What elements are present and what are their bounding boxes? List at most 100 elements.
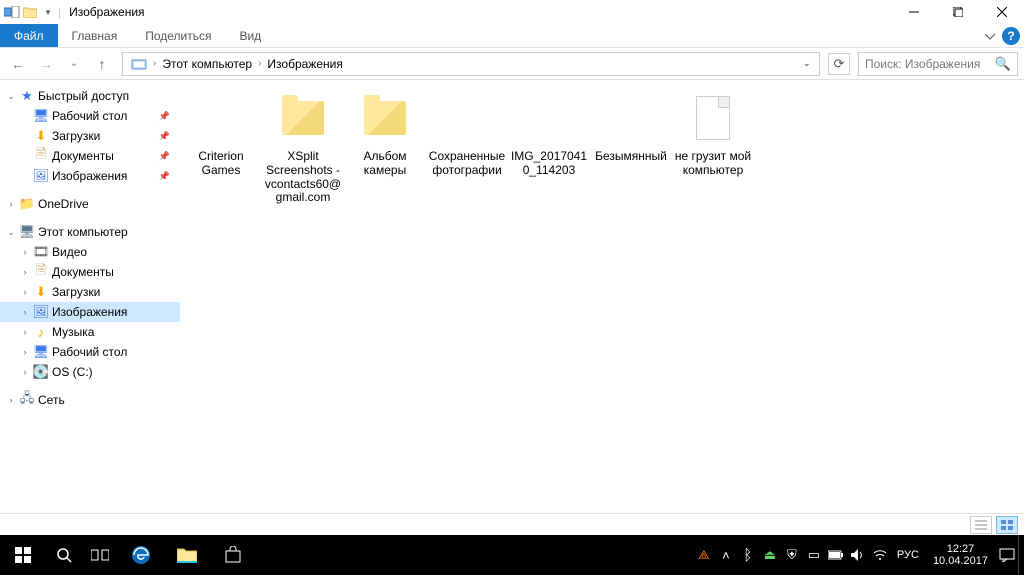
status-bar	[0, 513, 1024, 535]
sidebar-item-documents[interactable]: 🗎 Документы 📌	[0, 146, 180, 166]
sidebar-item-videos[interactable]: › 🎞 Видео	[0, 242, 180, 262]
up-button[interactable]: ↑	[90, 52, 114, 76]
sidebar-item-desktop[interactable]: 🖥 Рабочий стол 📌	[0, 106, 180, 126]
pin-icon: 📌	[159, 131, 170, 142]
recent-locations-button[interactable]: ⌄	[62, 52, 86, 76]
expand-icon[interactable]: ›	[4, 199, 18, 209]
maximize-button[interactable]	[936, 0, 980, 24]
expand-icon[interactable]: ›	[18, 287, 32, 297]
search-button[interactable]	[46, 535, 82, 575]
sidebar-item-desktop[interactable]: › 🖥 Рабочий стол	[0, 342, 180, 362]
file-item[interactable]: Безымянный	[590, 90, 672, 205]
sidebar-item-network[interactable]: › 🖧 Сеть	[0, 390, 180, 410]
clock-time: 12:27	[933, 543, 988, 555]
ribbon-expand-icon[interactable]	[980, 24, 1000, 48]
address-bar[interactable]: › Этот компьютер › Изображения ⌄	[122, 52, 820, 76]
tray-volume-icon[interactable]	[847, 535, 869, 575]
tray-overflow-icon[interactable]: ˄	[715, 535, 737, 575]
ribbon-tab-share[interactable]: Поделиться	[131, 24, 225, 47]
forward-button[interactable]: →	[34, 52, 58, 76]
video-icon: 🎞	[32, 244, 50, 260]
expand-icon[interactable]: ›	[18, 247, 32, 257]
collapse-icon[interactable]: ⌄	[4, 91, 18, 102]
file-item[interactable]: не грузит мой компьютер	[672, 90, 754, 205]
tray-avast-icon[interactable]: ⟁	[693, 535, 715, 575]
sidebar-item-music[interactable]: › ♪ Музыка	[0, 322, 180, 342]
ribbon-tab-view[interactable]: Вид	[225, 24, 275, 47]
sidebar-item-downloads[interactable]: ⬇ Загрузки 📌	[0, 126, 180, 146]
pin-icon: 📌	[159, 151, 170, 162]
action-center-button[interactable]	[996, 535, 1018, 575]
computer-icon: 🖥	[18, 224, 36, 240]
refresh-button[interactable]: ⟳	[828, 53, 850, 75]
folder-item[interactable]: Criterion Games	[180, 90, 262, 205]
downloads-icon: ⬇	[32, 128, 50, 144]
sidebar-item-this-pc[interactable]: ⌄ 🖥 Этот компьютер	[0, 222, 180, 242]
collapse-icon[interactable]: ⌄	[4, 227, 18, 238]
address-root-icon[interactable]	[127, 57, 151, 71]
files-pane[interactable]: Criterion Games XSplit Screenshots - vco…	[180, 80, 1024, 513]
content-area: ⌄ ★ Быстрый доступ 🖥 Рабочий стол 📌 ⬇ За…	[0, 80, 1024, 513]
expand-icon[interactable]: ›	[18, 267, 32, 277]
expand-icon[interactable]: ›	[18, 367, 32, 377]
search-input[interactable]: Поиск: Изображения 🔍	[858, 52, 1018, 76]
sidebar-item-quick-access[interactable]: ⌄ ★ Быстрый доступ	[0, 86, 180, 106]
ribbon-tab-home[interactable]: Главная	[58, 24, 132, 47]
desktop-icon: 🖥	[32, 108, 50, 124]
file-item[interactable]: IMG_20170410_114203	[508, 90, 590, 205]
expand-icon[interactable]: ›	[18, 307, 32, 317]
folder-icon: 📁	[18, 196, 36, 212]
task-view-button[interactable]	[82, 535, 118, 575]
app-icon	[4, 4, 20, 20]
navigation-bar: ← → ⌄ ↑ › Этот компьютер › Изображения ⌄…	[0, 48, 1024, 80]
taskbar-app-explorer[interactable]	[164, 535, 210, 575]
sidebar-item-os-drive[interactable]: › 💽 OS (C:)	[0, 362, 180, 382]
start-button[interactable]	[0, 535, 46, 575]
sidebar-item-onedrive[interactable]: › 📁 OneDrive	[0, 194, 180, 214]
folder-item[interactable]: Сохраненные фотографии	[426, 90, 508, 205]
tray-defender-icon[interactable]: ⛨	[781, 535, 803, 575]
taskbar-app-store[interactable]	[210, 535, 256, 575]
clock[interactable]: 12:27 10.04.2017	[925, 543, 996, 567]
documents-icon: 🗎	[32, 148, 50, 164]
taskbar: ⟁ ˄ ᛒ ⏏ ⛨ ▭ РУС 12:27 10.04.2017	[0, 535, 1024, 575]
breadcrumb-this-pc[interactable]: Этот компьютер	[158, 57, 256, 71]
breadcrumb-pictures[interactable]: Изображения	[263, 57, 346, 71]
expand-icon[interactable]: ›	[18, 327, 32, 337]
language-indicator[interactable]: РУС	[891, 549, 925, 561]
pictures-icon: 🖼	[32, 168, 50, 184]
sidebar-item-downloads[interactable]: › ⬇ Загрузки	[0, 282, 180, 302]
tray-wifi-icon[interactable]	[869, 535, 891, 575]
tray-safely-remove-icon[interactable]: ⏏	[759, 535, 781, 575]
chevron-right-icon[interactable]: ›	[153, 58, 156, 69]
show-desktop-button[interactable]	[1018, 535, 1024, 575]
view-details-button[interactable]	[970, 516, 992, 534]
tray-touchpad-icon[interactable]: ▭	[803, 535, 825, 575]
help-button[interactable]: ?	[1002, 27, 1020, 45]
ribbon: Файл Главная Поделиться Вид ?	[0, 24, 1024, 48]
tray-battery-icon[interactable]	[825, 535, 847, 575]
sidebar-item-pictures[interactable]: › 🖼 Изображения	[0, 302, 180, 322]
pictures-icon: 🖼	[32, 304, 50, 320]
qat-dropdown-icon[interactable]: ▾	[40, 4, 56, 20]
back-button[interactable]: ←	[6, 52, 30, 76]
address-dropdown-icon[interactable]: ⌄	[799, 58, 815, 69]
close-button[interactable]	[980, 0, 1024, 24]
tray-bluetooth-icon[interactable]: ᛒ	[737, 535, 759, 575]
expand-icon[interactable]: ›	[18, 347, 32, 357]
search-placeholder: Поиск: Изображения	[865, 57, 995, 71]
sidebar-item-pictures[interactable]: 🖼 Изображения 📌	[0, 166, 180, 186]
chevron-right-icon[interactable]: ›	[258, 58, 261, 69]
folder-icon[interactable]	[22, 4, 38, 20]
folder-item[interactable]: Альбом камеры	[344, 90, 426, 205]
ribbon-tab-file[interactable]: Файл	[0, 24, 58, 47]
expand-icon[interactable]: ›	[4, 395, 18, 405]
disk-icon: 💽	[32, 364, 50, 380]
sidebar-item-documents[interactable]: › 🗎 Документы	[0, 262, 180, 282]
folder-item[interactable]: XSplit Screenshots - vcontacts60@gmail.c…	[262, 90, 344, 205]
pin-icon: 📌	[159, 111, 170, 122]
taskbar-app-edge[interactable]	[118, 535, 164, 575]
minimize-button[interactable]	[892, 0, 936, 24]
view-large-icons-button[interactable]	[996, 516, 1018, 534]
clock-date: 10.04.2017	[933, 555, 988, 567]
